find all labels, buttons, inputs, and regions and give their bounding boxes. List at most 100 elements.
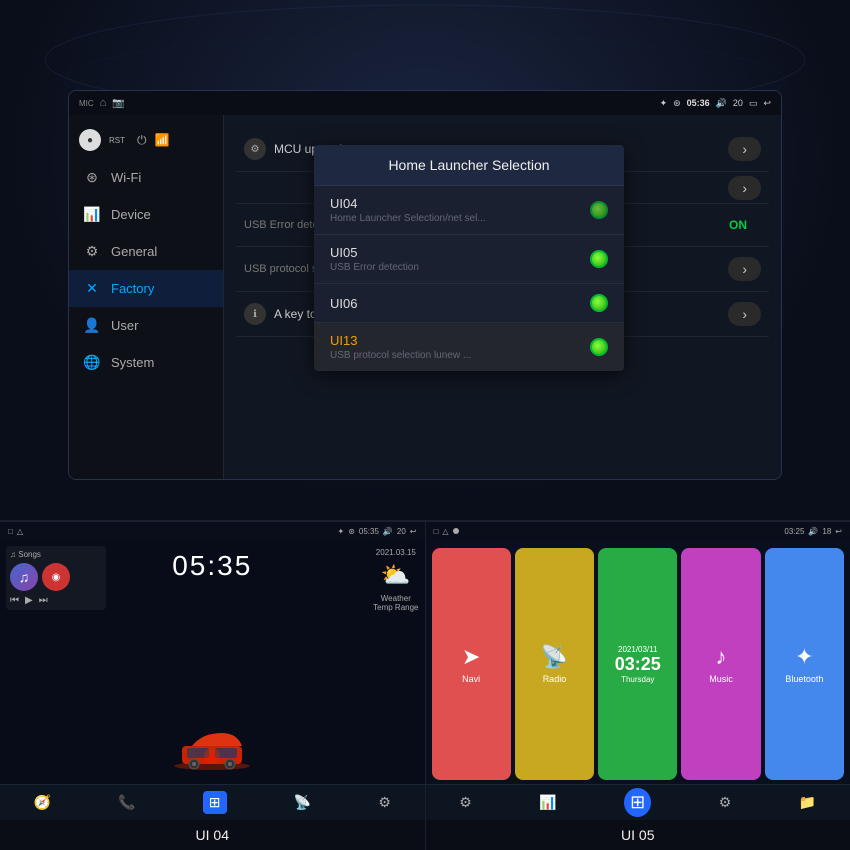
export-chevron[interactable]: › bbox=[728, 302, 761, 326]
nav-home-icon[interactable]: ⊞ bbox=[203, 791, 227, 814]
nav-settings-icon[interactable]: ⚙ bbox=[378, 794, 391, 811]
ui05-nav-home[interactable]: ⊞ bbox=[624, 788, 651, 817]
ui04-battery: 20 bbox=[397, 527, 406, 536]
sidebar-item-factory[interactable]: ✕ Factory bbox=[69, 270, 223, 307]
app-clock[interactable]: 2021/03/11 03:25 Thursday bbox=[598, 548, 677, 780]
ui13-radio[interactable] bbox=[590, 338, 608, 356]
ui04-time: 05:35 bbox=[359, 527, 379, 536]
volume-icon: 🔊 bbox=[716, 98, 727, 109]
sidebar-user-label: User bbox=[111, 318, 138, 333]
battery-level: 20 bbox=[733, 98, 743, 108]
sidebar-system-label: System bbox=[111, 355, 154, 370]
ui13-sub: USB protocol selection lunew ... bbox=[330, 350, 471, 361]
status-bar-right: ✦ ⊛ 05:36 🔊 20 ▭ ↩ bbox=[660, 98, 771, 109]
battery-icon: ▭ bbox=[749, 98, 758, 109]
user-icon: 👤 bbox=[83, 317, 101, 334]
sidebar-item-device[interactable]: 📊 Device bbox=[69, 196, 223, 233]
main-area: ● RST ⏻ 📶 ⊛ Wi-Fi 📊 Device ⚙ General ✕ F… bbox=[69, 115, 781, 479]
sidebar-item-general[interactable]: ⚙ General bbox=[69, 233, 223, 270]
wrench-icon: ✕ bbox=[83, 280, 101, 297]
usb-protocol-chevron[interactable]: › bbox=[728, 257, 761, 281]
ui04-back-icon: ↩ bbox=[410, 527, 417, 536]
on-badge: ON bbox=[715, 214, 761, 236]
row2-chevron[interactable]: › bbox=[728, 176, 761, 200]
back-icon[interactable]: ↩ bbox=[763, 98, 771, 109]
record-disc: ◉ bbox=[42, 563, 70, 591]
info-icon: ℹ bbox=[244, 303, 266, 325]
play-icon[interactable]: ▶ bbox=[25, 595, 33, 606]
ui04-status-icon2: △ bbox=[17, 527, 23, 536]
mcu-icon: ⚙ bbox=[244, 138, 266, 160]
sidebar-device-label: Device bbox=[111, 207, 151, 222]
app-grid: ➤ Navi 📡 Radio 2021/03/11 03:25 Thursday… bbox=[426, 540, 850, 784]
ui05-nav-chart[interactable]: 📊 bbox=[539, 794, 556, 811]
dialog-item-ui04[interactable]: UI04 Home Launcher Selection/net sel... bbox=[314, 186, 624, 235]
ui05-nav-settings[interactable]: ⚙ bbox=[459, 794, 472, 811]
launcher-dialog: Home Launcher Selection UI04 Home Launch… bbox=[314, 145, 624, 371]
ui04-screen: □ △ ✦ ⊛ 05:35 🔊 20 ↩ ♫ Songs bbox=[0, 522, 425, 820]
navi-icon: ➤ bbox=[462, 644, 480, 670]
ui05-dot bbox=[453, 528, 459, 534]
music-title: ♫ Songs bbox=[10, 550, 102, 559]
nav-signal-icon[interactable]: 📡 bbox=[294, 794, 311, 811]
ui13-label: UI13 bbox=[330, 333, 471, 348]
clock-time: 03:25 bbox=[615, 654, 661, 675]
ui04-label: UI 04 bbox=[0, 820, 425, 850]
app-bluetooth[interactable]: ✦ Bluetooth bbox=[765, 548, 844, 780]
sidebar: ● RST ⏻ 📶 ⊛ Wi-Fi 📊 Device ⚙ General ✕ F… bbox=[69, 115, 224, 479]
home-icon: ⌂ bbox=[100, 97, 107, 109]
dialog-item-ui06[interactable]: UI06 bbox=[314, 284, 624, 323]
navi-label: Navi bbox=[462, 674, 480, 684]
ui04-clock: 05:35 bbox=[172, 550, 252, 582]
clock-day: Thursday bbox=[621, 675, 654, 684]
app-music[interactable]: ♪ Music bbox=[681, 548, 760, 780]
dialog-item-ui05[interactable]: UI05 USB Error detection bbox=[314, 235, 624, 284]
rst-label: RST bbox=[109, 136, 125, 145]
status-bar-left: MIC ⌂ 📷 bbox=[79, 97, 125, 109]
app-navi[interactable]: ➤ Navi bbox=[432, 548, 511, 780]
ui06-label: UI06 bbox=[330, 296, 357, 311]
ui05-label: UI05 bbox=[330, 245, 419, 260]
weather-label: Weather bbox=[373, 594, 418, 603]
ui05-navbar: ⚙ 📊 ⊞ ⚙ 📁 bbox=[426, 784, 850, 820]
radio-icon: 📡 bbox=[541, 644, 568, 670]
status-bar: MIC ⌂ 📷 ✦ ⊛ 05:36 🔊 20 ▭ ↩ bbox=[69, 91, 781, 115]
signal-icon: 📶 bbox=[155, 133, 170, 147]
wifi-status-icon: ⊛ bbox=[673, 98, 681, 109]
nav-map-icon[interactable]: 🧭 bbox=[34, 794, 51, 811]
app-radio[interactable]: 📡 Radio bbox=[515, 548, 594, 780]
music-controls[interactable]: ⏮ ▶ ⏭ bbox=[10, 595, 102, 606]
mic-label: MIC bbox=[79, 99, 94, 108]
ui05-nav-folder[interactable]: 📁 bbox=[799, 794, 816, 811]
nav-phone-icon[interactable]: 📞 bbox=[118, 794, 135, 811]
sidebar-item-user[interactable]: 👤 User bbox=[69, 307, 223, 344]
bt-icon: ✦ bbox=[795, 644, 813, 670]
sidebar-factory-label: Factory bbox=[111, 281, 154, 296]
ui06-radio[interactable] bbox=[590, 294, 608, 312]
ui04-sub: Home Launcher Selection/net sel... bbox=[330, 213, 486, 224]
ui04-weather: 2021.03.15 ⛅ Weather Temp Range bbox=[373, 548, 418, 612]
dialog-item-ui13[interactable]: UI13 USB protocol selection lunew ... bbox=[314, 323, 624, 371]
next-icon[interactable]: ⏭ bbox=[39, 595, 48, 606]
mcu-chevron[interactable]: › bbox=[728, 137, 761, 161]
globe-icon: 🌐 bbox=[83, 354, 101, 371]
sidebar-item-wifi[interactable]: ⊛ Wi-Fi bbox=[69, 159, 223, 196]
ui04-status-icon1: □ bbox=[8, 527, 13, 536]
content-panel: ⚙ MCU upgrade › › USB Error detection ON bbox=[224, 115, 781, 479]
ui05-back-icon: ↩ bbox=[835, 527, 842, 536]
device-icon: 📊 bbox=[83, 206, 101, 223]
ui04-radio[interactable] bbox=[590, 201, 608, 219]
music-label: Music bbox=[709, 674, 733, 684]
ui05-status-icon2: △ bbox=[442, 527, 448, 536]
ui05-radio[interactable] bbox=[590, 250, 608, 268]
gear-icon: ⚙ bbox=[83, 243, 101, 260]
ui04-bt-icon: ✦ bbox=[337, 527, 344, 536]
ui04-wifi-icon: ⊛ bbox=[348, 527, 355, 536]
prev-icon[interactable]: ⏮ bbox=[10, 595, 19, 606]
bt-label: Bluetooth bbox=[785, 674, 823, 684]
sidebar-item-system[interactable]: 🌐 System bbox=[69, 344, 223, 381]
ui05-nav-gear[interactable]: ⚙ bbox=[719, 794, 732, 811]
ui05-label: UI 05 bbox=[426, 820, 850, 850]
ui05-panel: □ △ 03:25 🔊 18 ↩ ➤ Navi 📡 bbox=[426, 520, 850, 850]
bottom-panels: □ △ ✦ ⊛ 05:35 🔊 20 ↩ ♫ Songs bbox=[0, 520, 850, 850]
